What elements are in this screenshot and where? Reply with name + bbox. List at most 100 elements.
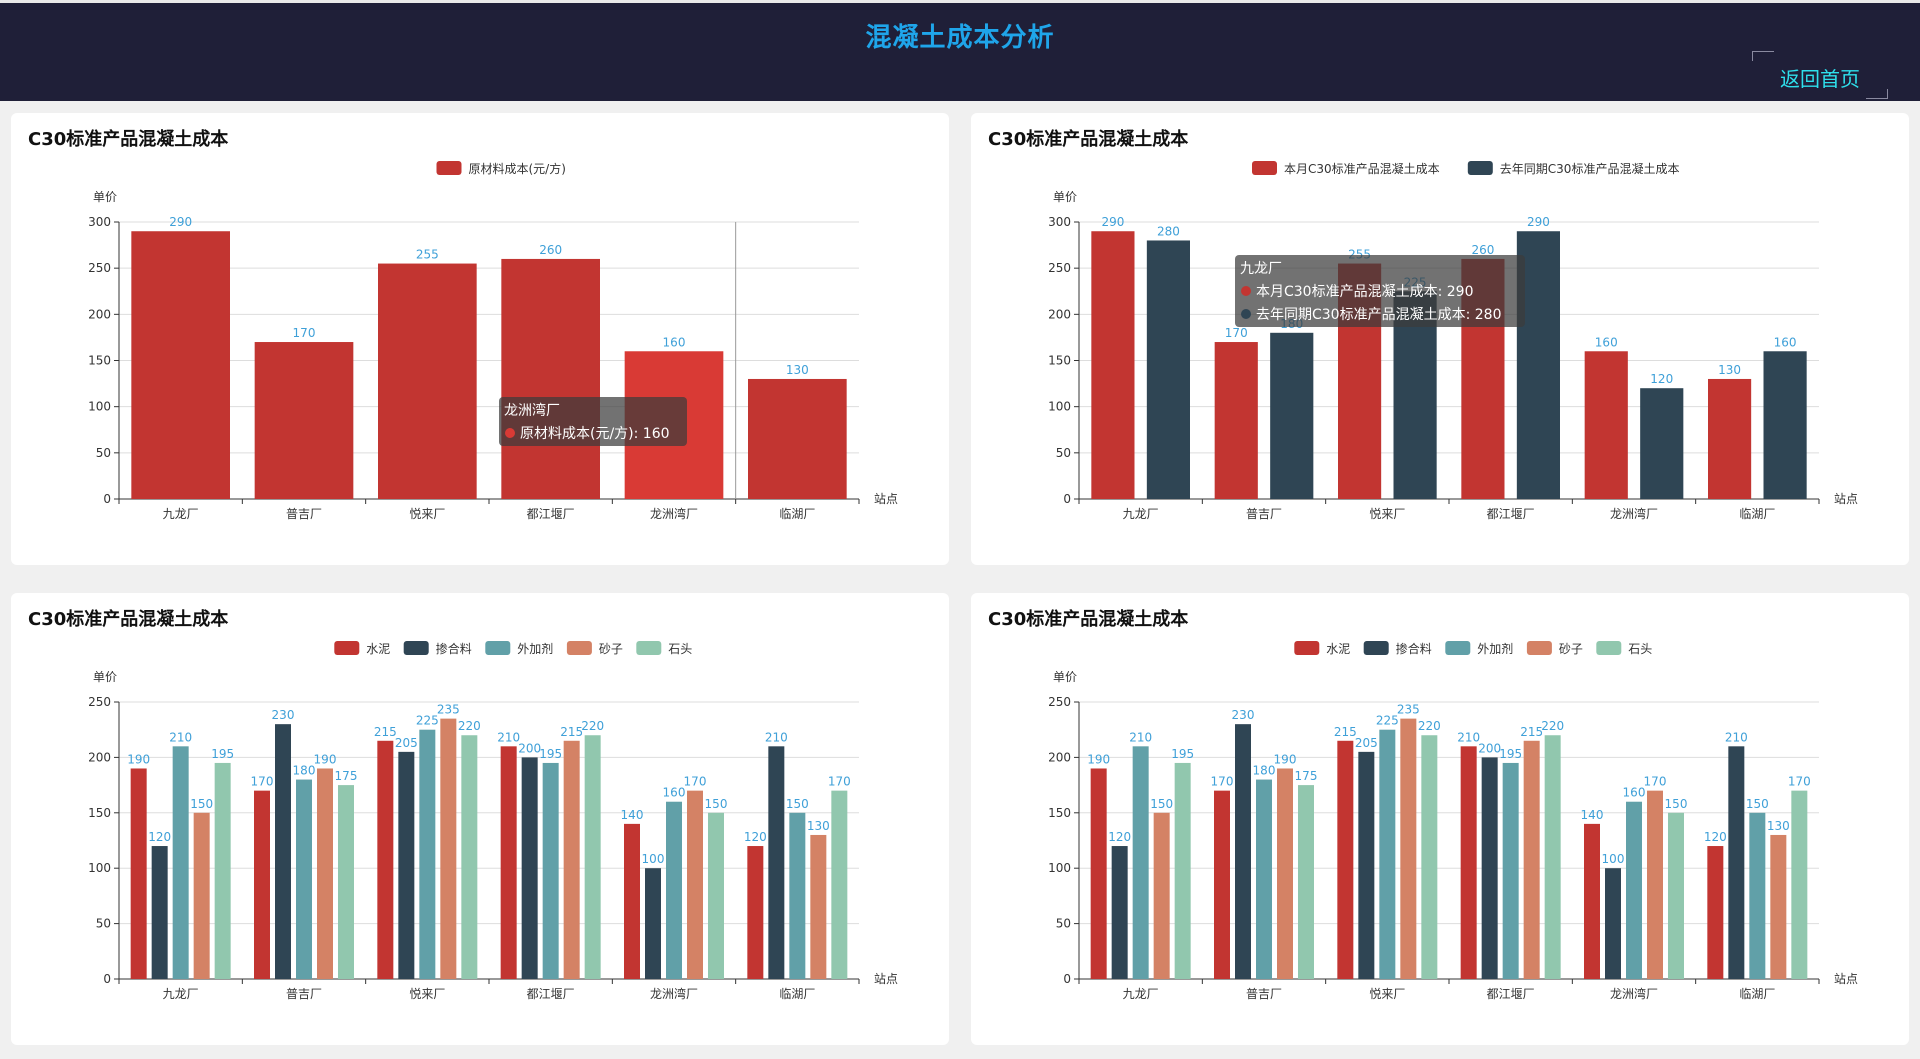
x-axis-name: 站点 [874, 972, 898, 986]
bar-4-0 [214, 762, 231, 979]
bar-value-label-3-5: 130 [807, 819, 830, 833]
bar-0-5 [748, 378, 847, 499]
bar-value-label-0-4: 140 [621, 808, 644, 822]
legend-label-1: 掺合料 [436, 641, 472, 656]
x-tick-label-4: 龙洲湾厂 [1610, 986, 1658, 1001]
tooltip-line-1: 去年同期C30标准产品混凝土成本: 280 [1256, 307, 1501, 323]
bar-0-5 [747, 846, 764, 979]
bar-value-label-2-3: 195 [1499, 747, 1522, 761]
bar-0-5 [1707, 846, 1724, 979]
bar-4-1 [338, 785, 354, 979]
bar-value-label-4-4: 150 [1665, 797, 1688, 811]
bar-value-label-0-0: 190 [127, 752, 150, 766]
bar-value-label-0-1: 170 [1211, 775, 1234, 789]
bar-3-4 [1647, 790, 1663, 979]
tooltip-marker-1 [1241, 309, 1251, 319]
bar-0-0 [131, 231, 230, 499]
bar-0-4 [1584, 823, 1600, 979]
bar-value-label-1-5: 160 [1774, 335, 1797, 349]
bar-0-1 [254, 790, 270, 979]
y-tick-label-5: 250 [1048, 695, 1071, 709]
bar-value-label-2-0: 210 [169, 730, 192, 744]
bar-value-label-0-3: 260 [1471, 243, 1494, 257]
x-tick-label-2: 悦来厂 [409, 507, 445, 521]
bar-2-2 [419, 729, 436, 979]
y-tick-label-1: 50 [96, 446, 111, 460]
y-tick-label-2: 100 [1048, 861, 1071, 875]
x-tick-label-0: 九龙厂 [163, 987, 199, 1001]
bar-value-label-1-1: 230 [1232, 708, 1255, 722]
x-tick-label-1: 普吉厂 [1246, 507, 1282, 521]
legend-label-4: 石头 [1628, 642, 1652, 656]
chart-panel-raw-material: C30标准产品混凝土成本 原材料成本(元/方) 单价 0 50 100 150 200 250… [11, 113, 949, 565]
bar-3-2 [1400, 718, 1417, 979]
y-axis-name: 单价 [1053, 190, 1077, 204]
legend-marker-0 [1294, 641, 1320, 655]
y-tick-label-3: 150 [88, 806, 111, 820]
y-tick-label-4: 200 [88, 750, 111, 764]
legend-marker-3 [1526, 641, 1552, 655]
x-tick-label-1: 普吉厂 [1246, 987, 1282, 1001]
bar-value-label-0-1: 170 [251, 775, 274, 789]
x-tick-label-2: 悦来厂 [1369, 507, 1405, 521]
bar-0-0 [1091, 231, 1135, 499]
x-tick-label-0: 九龙厂 [163, 507, 199, 521]
bar-value-label-3-2: 235 [1397, 703, 1420, 717]
y-tick-label-3: 150 [1048, 354, 1071, 368]
bar-0-2 [1337, 740, 1354, 979]
bar-value-label-1-4: 100 [642, 852, 665, 866]
y-axis-name: 单价 [93, 670, 117, 684]
bar-value-label-1-1: 230 [272, 708, 295, 722]
bar-0-1 [1214, 790, 1230, 979]
y-tick-label-5: 250 [88, 261, 111, 275]
bar-value-label-1-3: 290 [1527, 215, 1550, 229]
x-tick-label-5: 临湖厂 [1739, 506, 1775, 521]
corner-top-left-decoration [1752, 51, 1774, 61]
y-tick-label-0: 0 [103, 492, 111, 506]
bar-2-5 [1749, 812, 1766, 979]
bar-value-label-4-0: 195 [211, 747, 234, 761]
y-tick-label-1: 50 [96, 917, 111, 931]
bar-2-0 [172, 746, 189, 979]
bar-0-0 [130, 768, 147, 979]
y-tick-label-6: 300 [88, 215, 111, 229]
page-header: 混凝土成本分析 返回首页 [0, 0, 1920, 101]
bar-value-label-1-0: 120 [1108, 830, 1131, 844]
tooltip-title: 九龙厂 [1240, 261, 1282, 277]
bar-value-label-2-1: 180 [293, 764, 316, 778]
bar-3-3 [563, 740, 580, 979]
bar-value-label-1-0: 280 [1157, 224, 1180, 238]
bar-3-4 [687, 790, 703, 979]
bar-0-1 [254, 342, 354, 499]
bar-value-label-3-4: 170 [684, 775, 707, 789]
y-axis-name: 单价 [1053, 670, 1077, 684]
bar-value-label-0-5: 130 [786, 363, 809, 377]
bar-value-label-4-0: 195 [1171, 747, 1194, 761]
chart-panel-components-2: C30标准产品混凝土成本 水泥 掺合料 外加剂 砂子 石头 单价 0 50 100 150 200 2… [971, 593, 1909, 1045]
y-tick-label-4: 200 [1048, 307, 1071, 321]
bar-0-4 [624, 823, 640, 979]
bar-value-label-3-3: 215 [560, 725, 583, 739]
bar-value-label-4-1: 175 [335, 769, 358, 783]
bar-value-label-0-2: 215 [374, 725, 397, 739]
bar-1-4 [1640, 388, 1684, 499]
bar-value-label-1-5: 210 [1725, 730, 1748, 744]
bar-value-label-2-1: 180 [1253, 764, 1276, 778]
bar-value-label-3-3: 215 [1520, 725, 1543, 739]
y-tick-label-4: 200 [1048, 750, 1071, 764]
bar-value-label-0-2: 215 [1334, 725, 1357, 739]
bar-1-0 [1111, 846, 1128, 979]
y-tick-label-2: 100 [88, 861, 111, 875]
bar-value-label-0-5: 120 [1704, 830, 1727, 844]
bar-value-label-4-5: 170 [1788, 775, 1811, 789]
return-home-button[interactable]: 返回首页 [1752, 51, 1888, 99]
x-tick-label-1: 普吉厂 [286, 507, 322, 521]
x-tick-label-5: 临湖厂 [779, 506, 815, 521]
bar-3-1 [1277, 768, 1293, 979]
y-tick-label-2: 100 [1048, 400, 1071, 414]
chart-components: 水泥 掺合料 外加剂 砂子 石头单价 0 50 100 150 200 250 九龙厂 普吉厂 悦来厂 都江… [88, 641, 898, 1001]
bar-value-label-1-2: 205 [1355, 736, 1378, 750]
bar-value-label-3-0: 150 [190, 797, 213, 811]
x-axis-name: 站点 [874, 492, 898, 506]
legend-label-0: 原材料成本(元/方) [469, 161, 566, 176]
